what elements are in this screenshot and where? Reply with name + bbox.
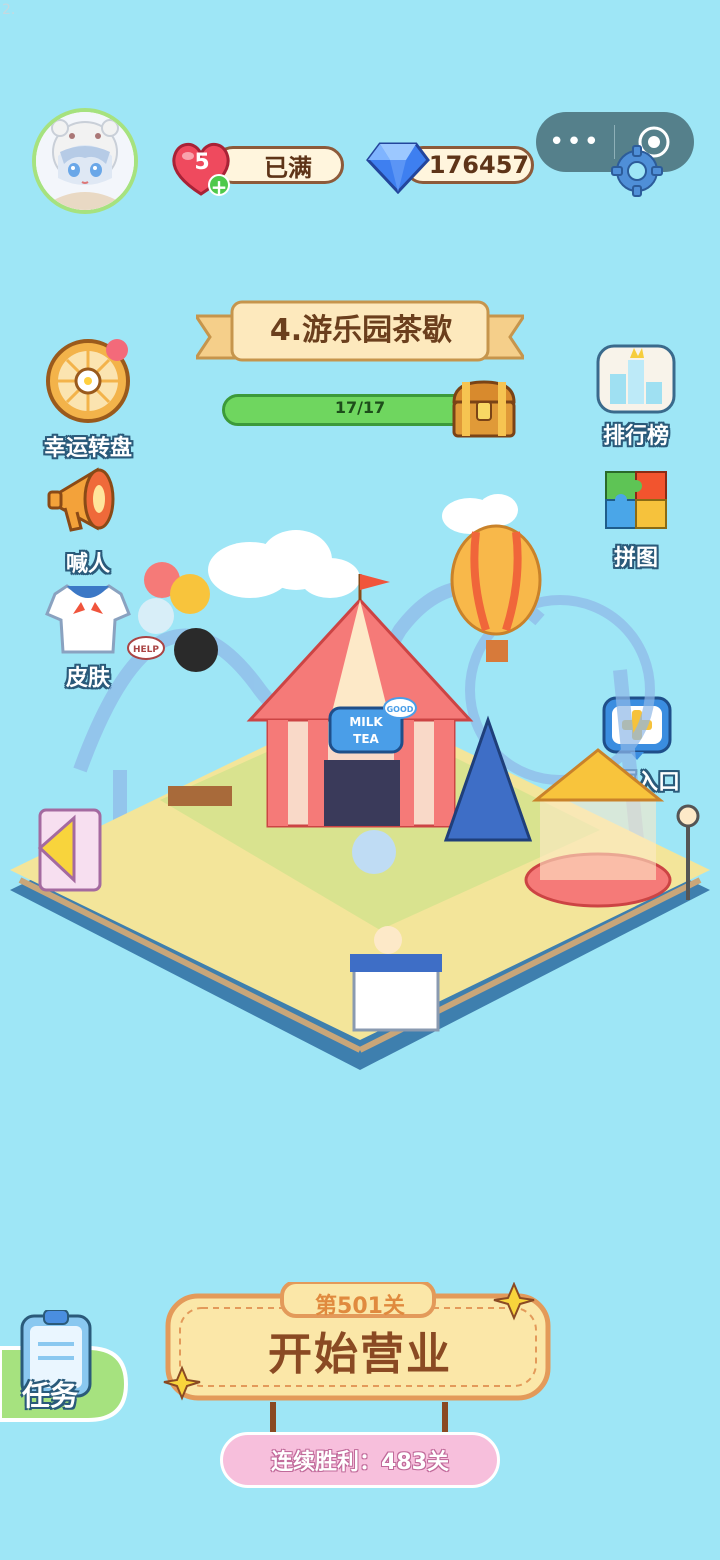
cloud-left: [208, 530, 360, 598]
add-lives-button[interactable]: +: [208, 174, 230, 198]
gear-icon[interactable]: [608, 140, 666, 198]
lives-status: 已满: [264, 153, 312, 182]
lives-count: 5: [194, 150, 210, 175]
balloon-cluster: [138, 562, 210, 634]
carousel: [524, 748, 672, 908]
sign-post-left: [270, 1402, 276, 1436]
amusement-park-scene[interactable]: MILK TEA GOOD HELP: [0, 470, 720, 1120]
task-button[interactable]: 任务: [22, 1374, 94, 1414]
character-player: [352, 830, 396, 874]
bench: [168, 786, 232, 806]
player-avatar[interactable]: [32, 108, 138, 214]
corner-mark: 2.: [2, 2, 16, 18]
gems-count: 176457: [428, 151, 530, 179]
more-button[interactable]: •••: [536, 112, 614, 172]
level-number: 第501关: [315, 1294, 405, 1319]
good-bubble-text: GOOD: [387, 705, 414, 714]
sign-post-right: [442, 1402, 448, 1436]
lamp: [676, 804, 700, 828]
win-streak-label: 连续胜利：483关: [271, 1450, 449, 1475]
leaderboard-button[interactable]: 排行榜: [586, 342, 686, 450]
milk-tea-line2: TEA: [353, 732, 379, 746]
milk-tea-line1: MILK: [349, 715, 383, 729]
level-title: 4.游乐园茶歇: [269, 313, 453, 348]
arcade-machine: [37, 808, 102, 892]
trophy-icon: [596, 344, 676, 414]
start-business-button[interactable]: 开始营业: [210, 1318, 510, 1382]
hot-air-balloon: [450, 524, 542, 662]
character-floating: [174, 628, 218, 672]
wheel-icon: [46, 339, 130, 423]
lucky-wheel-button[interactable]: 幸运转盘: [36, 336, 140, 462]
milk-tea-tent: [246, 574, 474, 828]
leaderboard-label: 排行榜: [602, 424, 669, 449]
treasure-chest-icon[interactable]: [448, 378, 520, 440]
help-bubble-text: HELP: [133, 645, 159, 655]
diamond-icon: [366, 142, 430, 194]
progress-text: 17/17: [334, 398, 386, 417]
